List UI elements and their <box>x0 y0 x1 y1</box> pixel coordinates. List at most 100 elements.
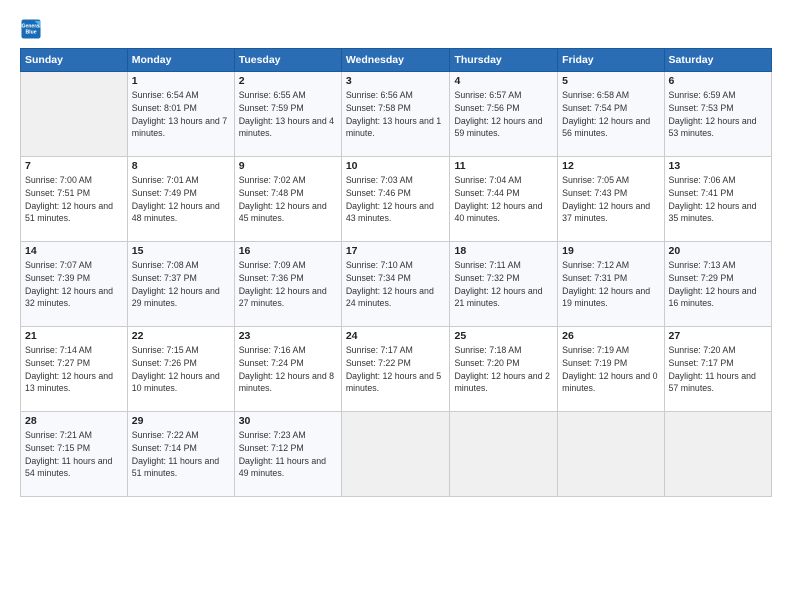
day-number: 12 <box>562 160 659 172</box>
day-info: Sunrise: 7:22 AMSunset: 7:14 PMDaylight:… <box>132 429 230 480</box>
calendar-cell: 12 Sunrise: 7:05 AMSunset: 7:43 PMDayligh… <box>558 157 664 242</box>
day-number: 13 <box>669 160 767 172</box>
day-number: 14 <box>25 245 123 257</box>
day-info: Sunrise: 6:59 AMSunset: 7:53 PMDaylight:… <box>669 89 767 140</box>
day-number: 18 <box>454 245 553 257</box>
calendar-cell: 10Sunrise: 7:03 AMSunset: 7:46 PMDayligh… <box>341 157 450 242</box>
svg-text:General: General <box>21 24 41 30</box>
calendar-cell: 20 Sunrise: 7:13 AMSunset: 7:29 PMDayligh… <box>664 242 771 327</box>
day-number: 8 <box>132 160 230 172</box>
day-number: 28 <box>25 415 123 427</box>
day-info: Sunrise: 7:13 AMSunset: 7:29 PMDaylight:… <box>669 259 767 310</box>
calendar-cell: 26 Sunrise: 7:19 AMSunset: 7:19 PMDayligh… <box>558 327 664 412</box>
calendar-cell <box>341 412 450 497</box>
day-number: 22 <box>132 330 230 342</box>
day-number: 21 <box>25 330 123 342</box>
calendar-cell: 14 Sunrise: 7:07 AMSunset: 7:39 PMDayligh… <box>21 242 128 327</box>
day-info: Sunrise: 7:14 AMSunset: 7:27 PMDaylight:… <box>25 344 123 395</box>
calendar-cell: 21 Sunrise: 7:14 AMSunset: 7:27 PMDayligh… <box>21 327 128 412</box>
day-info: Sunrise: 7:01 AMSunset: 7:49 PMDaylight:… <box>132 174 230 225</box>
calendar-cell: 13 Sunrise: 7:06 AMSunset: 7:41 PMDayligh… <box>664 157 771 242</box>
weekday-header-row: SundayMondayTuesdayWednesdayThursdayFrid… <box>21 49 772 72</box>
calendar-cell: 6 Sunrise: 6:59 AMSunset: 7:53 PMDaylight… <box>664 72 771 157</box>
calendar-cell: 18Sunrise: 7:11 AMSunset: 7:32 PMDayligh… <box>450 242 558 327</box>
calendar-cell: 29 Sunrise: 7:22 AMSunset: 7:14 PMDayligh… <box>127 412 234 497</box>
day-number: 2 <box>239 75 337 87</box>
calendar-table: SundayMondayTuesdayWednesdayThursdayFrid… <box>20 48 772 497</box>
calendar-header: SundayMondayTuesdayWednesdayThursdayFrid… <box>21 49 772 72</box>
day-info: Sunrise: 7:07 AMSunset: 7:39 PMDaylight:… <box>25 259 123 310</box>
svg-text:Blue: Blue <box>25 29 36 35</box>
day-info: Sunrise: 7:12 AMSunset: 7:31 PMDaylight:… <box>562 259 659 310</box>
calendar-cell: 16 Sunrise: 7:09 AMSunset: 7:36 PMDayligh… <box>234 242 341 327</box>
day-number: 4 <box>454 75 553 87</box>
calendar-cell: 3 Sunrise: 6:56 AMSunset: 7:58 PMDaylight… <box>341 72 450 157</box>
logo: General Blue <box>20 18 47 40</box>
weekday-header-tuesday: Tuesday <box>234 49 341 72</box>
day-number: 24 <box>346 330 446 342</box>
day-info: Sunrise: 7:16 AMSunset: 7:24 PMDaylight:… <box>239 344 337 395</box>
calendar-cell: 30 Sunrise: 7:23 AMSunset: 7:12 PMDayligh… <box>234 412 341 497</box>
calendar-cell: 19Sunrise: 7:12 AMSunset: 7:31 PMDayligh… <box>558 242 664 327</box>
day-number: 26 <box>562 330 659 342</box>
day-number: 30 <box>239 415 337 427</box>
calendar-cell <box>21 72 128 157</box>
day-info: Sunrise: 7:20 AMSunset: 7:17 PMDaylight:… <box>669 344 767 395</box>
day-info: Sunrise: 6:58 AMSunset: 7:54 PMDaylight:… <box>562 89 659 140</box>
calendar-cell: 25 Sunrise: 7:18 AMSunset: 7:20 PMDayligh… <box>450 327 558 412</box>
weekday-header-thursday: Thursday <box>450 49 558 72</box>
day-info: Sunrise: 7:19 AMSunset: 7:19 PMDaylight:… <box>562 344 659 395</box>
day-info: Sunrise: 7:05 AMSunset: 7:43 PMDaylight:… <box>562 174 659 225</box>
day-number: 3 <box>346 75 446 87</box>
calendar-cell: 7 Sunrise: 7:00 AMSunset: 7:51 PMDaylight… <box>21 157 128 242</box>
day-info: Sunrise: 7:06 AMSunset: 7:41 PMDaylight:… <box>669 174 767 225</box>
day-number: 1 <box>132 75 230 87</box>
day-info: Sunrise: 7:09 AMSunset: 7:36 PMDaylight:… <box>239 259 337 310</box>
day-info: Sunrise: 6:56 AMSunset: 7:58 PMDaylight:… <box>346 89 446 140</box>
calendar-cell <box>558 412 664 497</box>
day-number: 11 <box>454 160 553 172</box>
day-number: 5 <box>562 75 659 87</box>
calendar-cell: 27 Sunrise: 7:20 AMSunset: 7:17 PMDayligh… <box>664 327 771 412</box>
weekday-header-friday: Friday <box>558 49 664 72</box>
header-right <box>47 29 772 30</box>
calendar-cell: 2 Sunrise: 6:55 AMSunset: 7:59 PMDaylight… <box>234 72 341 157</box>
weekday-header-saturday: Saturday <box>664 49 771 72</box>
day-number: 9 <box>239 160 337 172</box>
calendar-cell: 23Sunrise: 7:16 AMSunset: 7:24 PMDayligh… <box>234 327 341 412</box>
day-number: 27 <box>669 330 767 342</box>
day-info: Sunrise: 7:04 AMSunset: 7:44 PMDaylight:… <box>454 174 553 225</box>
calendar-body: 1 Sunrise: 6:54 AMSunset: 8:01 PMDaylight… <box>21 72 772 497</box>
calendar-cell: 24 Sunrise: 7:17 AMSunset: 7:22 PMDayligh… <box>341 327 450 412</box>
calendar-cell: 8 Sunrise: 7:01 AMSunset: 7:49 PMDaylight… <box>127 157 234 242</box>
day-number: 7 <box>25 160 123 172</box>
calendar-cell <box>450 412 558 497</box>
day-number: 25 <box>454 330 553 342</box>
calendar-cell: 15Sunrise: 7:08 AMSunset: 7:37 PMDayligh… <box>127 242 234 327</box>
logo-icon: General Blue <box>20 18 42 40</box>
day-info: Sunrise: 7:23 AMSunset: 7:12 PMDaylight:… <box>239 429 337 480</box>
day-number: 15 <box>132 245 230 257</box>
day-info: Sunrise: 7:15 AMSunset: 7:26 PMDaylight:… <box>132 344 230 395</box>
weekday-header-monday: Monday <box>127 49 234 72</box>
day-number: 29 <box>132 415 230 427</box>
day-number: 16 <box>239 245 337 257</box>
day-info: Sunrise: 6:54 AMSunset: 8:01 PMDaylight:… <box>132 89 230 140</box>
day-info: Sunrise: 7:18 AMSunset: 7:20 PMDaylight:… <box>454 344 553 395</box>
day-number: 20 <box>669 245 767 257</box>
day-number: 17 <box>346 245 446 257</box>
calendar-cell: 1 Sunrise: 6:54 AMSunset: 8:01 PMDaylight… <box>127 72 234 157</box>
calendar-cell: 9Sunrise: 7:02 AMSunset: 7:48 PMDaylight… <box>234 157 341 242</box>
day-info: Sunrise: 7:17 AMSunset: 7:22 PMDaylight:… <box>346 344 446 395</box>
weekday-header-wednesday: Wednesday <box>341 49 450 72</box>
calendar-cell <box>664 412 771 497</box>
day-info: Sunrise: 7:00 AMSunset: 7:51 PMDaylight:… <box>25 174 123 225</box>
calendar-cell: 28Sunrise: 7:21 AMSunset: 7:15 PMDayligh… <box>21 412 128 497</box>
day-info: Sunrise: 6:55 AMSunset: 7:59 PMDaylight:… <box>239 89 337 140</box>
day-info: Sunrise: 7:10 AMSunset: 7:34 PMDaylight:… <box>346 259 446 310</box>
logo-area: General Blue <box>20 18 772 40</box>
calendar-cell: 17 Sunrise: 7:10 AMSunset: 7:34 PMDayligh… <box>341 242 450 327</box>
weekday-header-sunday: Sunday <box>21 49 128 72</box>
day-number: 10 <box>346 160 446 172</box>
day-number: 6 <box>669 75 767 87</box>
